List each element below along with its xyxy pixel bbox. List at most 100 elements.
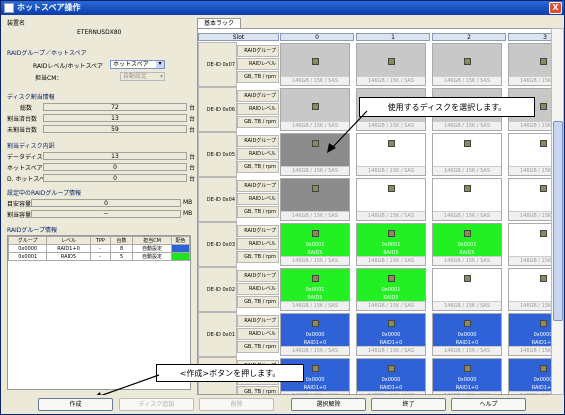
raid-group-header: RAIDグループ／ホットスペア	[7, 50, 87, 57]
unit-label: 台	[189, 176, 195, 183]
disk-cell[interactable]: 0x0001RAID5146GB / 15K / SAS	[508, 268, 551, 311]
rg-table-header: グループ レベル TPP 台数 担当CM 配色	[7, 236, 190, 245]
capacity-label: 146GB / 15K / SAS	[509, 121, 551, 130]
disk-cell[interactable]: 0x0001RAID5146GB / 15K / SAS	[280, 223, 350, 266]
table-row[interactable]: 0x0000 RAID1+0 - 8 自動設定	[7, 244, 190, 253]
row-sub-label: RAIDグループ	[237, 225, 279, 237]
disk-cell[interactable]: 0x0000RAID1+0146GB / 15K / SAS	[508, 358, 552, 394]
disk-cell[interactable]: 146GB / 15K / SAS	[356, 178, 426, 221]
slot-header-2: 2	[432, 33, 506, 41]
de-id-label: DE-ID 0x03	[198, 222, 237, 267]
disk-cell[interactable]: 0x0000RAID1+0146GB / 15K / SAS	[356, 313, 426, 356]
disk-cell[interactable]: 0x0000RAID1+0146GB / 15K / SAS	[508, 313, 551, 356]
chevron-down-icon: ▾	[159, 73, 163, 80]
create-button[interactable]: 作成	[38, 398, 113, 411]
disk-alloc-header: ディスク割当情報	[7, 94, 55, 101]
row-sub-label: RAIDレベル	[237, 328, 279, 340]
disk-icon	[388, 320, 395, 327]
capacity-label: 146GB / 15K / SAS	[509, 166, 551, 175]
cm-value: 自動設定	[123, 73, 148, 80]
disk-cell[interactable]: 146GB / 15K / SAS	[432, 43, 502, 86]
disk-cell[interactable]: 146GB / 15K / SAS	[432, 178, 502, 221]
de-id-label: DE-ID 0x07	[198, 42, 237, 87]
row-sub-label: RAIDレベル	[237, 148, 279, 160]
target-unit: MB	[183, 199, 193, 206]
disk-cell[interactable]: 0x0000RAID1+0146GB / 15K / SAS	[280, 313, 350, 356]
raid-group-value: 0x0001	[533, 242, 552, 248]
slot-header-1: 1	[356, 33, 430, 41]
col-header: TPP	[89, 236, 112, 245]
disk-icon	[388, 185, 395, 192]
disk-icon	[540, 58, 547, 65]
close-button[interactable]: X	[549, 2, 562, 14]
app-icon	[4, 3, 14, 13]
row-sub-label: RAIDグループ	[237, 270, 279, 282]
disk-cell[interactable]: 0x0000RAID1+0146GB / 15K / SAS	[432, 313, 502, 356]
disk-cell[interactable]: 146GB / 15K / SAS	[356, 43, 426, 86]
row-sub-label: RAIDレベル	[237, 193, 279, 205]
tpp-cell: -	[89, 252, 112, 261]
disk-cell[interactable]: 0x0001RAID5146GB / 15K / SAS	[508, 223, 552, 266]
raid-group-value: 0x0001	[381, 287, 401, 293]
callout-select-disk: 使用するディスクを選択します。	[359, 97, 535, 117]
unassigned-value: 59	[43, 125, 187, 133]
capacity-label: 146GB / 15K / SAS	[281, 76, 349, 85]
help-button[interactable]: ヘルプ	[451, 398, 526, 411]
data-disk-value: 13	[43, 152, 187, 160]
disk-icon	[540, 320, 547, 327]
disk-cell[interactable]: 0x0000RAID1+0146GB / 15K / SAS	[356, 358, 426, 394]
capacity-label: 146GB / 15K / SAS	[433, 76, 501, 85]
raid-level-select[interactable]: ホットスペア ▾	[110, 60, 165, 69]
unit-label: 台	[189, 116, 195, 123]
raid-group-value: 0x0001	[305, 242, 325, 248]
cm-label: 担当CM：	[35, 75, 63, 82]
disk-cell[interactable]: 146GB / 15K / SAS	[508, 178, 551, 221]
raid-group-value: 0x0001	[457, 242, 477, 248]
disk-cell[interactable]: 146GB / 15K / SAS	[508, 43, 551, 86]
count-cell: 8	[110, 244, 134, 253]
disk-icon	[540, 140, 547, 147]
deselect-button[interactable]: 選択解除	[291, 398, 366, 411]
unassigned-label: 未割当台数	[7, 127, 38, 134]
device-label: 装置名	[7, 20, 26, 27]
disk-cell[interactable]: 0x0001RAID5146GB / 15K / SAS	[432, 268, 502, 311]
vertical-scrollbar[interactable]	[551, 28, 564, 395]
rg-info-header: RAIDグループ情報	[7, 227, 58, 234]
row-sub-label: RAIDグループ	[237, 135, 279, 147]
target-cap-label: 目安容量	[7, 201, 32, 208]
disk-cell[interactable]: 146GB / 15K / SAS	[280, 43, 350, 86]
table-row[interactable]: 0x0001 RAID5 - 5 自動設定	[7, 252, 190, 261]
capacity-label: 146GB / 15K / SAS	[281, 256, 349, 265]
row-sub-label: GB, TB / rpm	[237, 116, 279, 128]
disk-cell[interactable]: 0x0000RAID1+0146GB / 15K / SAS	[432, 358, 502, 394]
alloc-cap-value: －	[31, 210, 181, 218]
disk-cell[interactable]: 146GB / 15K / SAS	[280, 178, 350, 221]
window-title: ホットスペア操作	[17, 3, 81, 12]
slot-header-0: 0	[280, 33, 354, 41]
tab-basic-rack[interactable]: 基本ラック	[197, 18, 241, 28]
finish-button[interactable]: 終了	[371, 398, 446, 411]
disk-icon	[388, 275, 395, 282]
rg-table: グループ レベル TPP 台数 担当CM 配色 0x0000 RAID1+0 -…	[7, 236, 190, 261]
disk-icon	[540, 185, 547, 192]
row-sub-label: GB, TB / rpm	[237, 71, 279, 83]
disk-cell[interactable]: 0x0001RAID5146GB / 15K / SAS	[356, 223, 426, 266]
setting-header: 設定中のRAIDグループ情報	[7, 190, 82, 197]
disk-cell[interactable]: 146GB / 15K / SAS	[432, 133, 502, 176]
scroll-thumb[interactable]	[553, 121, 563, 321]
disk-cell[interactable]: 0x0001RAID5146GB / 15K / SAS	[356, 268, 426, 311]
disk-cell[interactable]: 146GB / 15K / SAS	[508, 133, 551, 176]
chevron-down-icon[interactable]: ▾	[156, 61, 164, 68]
disk-icon	[312, 103, 319, 110]
disk-cell[interactable]: 0x0001RAID5146GB / 15K / SAS	[432, 223, 502, 266]
disk-cell[interactable]: 0x0001RAID5146GB / 15K / SAS	[280, 268, 350, 311]
disk-icon	[464, 275, 471, 282]
row-sub-label: RAIDグループ	[237, 45, 279, 57]
delete-button: 削除	[199, 398, 274, 411]
disk-icon	[312, 140, 319, 147]
row-sub-label: GB, TB / rpm	[237, 206, 279, 218]
capacity-label: 146GB / 15K / SAS	[433, 346, 501, 355]
raid-group-value: 0x0000	[533, 377, 552, 383]
raid-group-value: 0x0000	[381, 332, 401, 338]
cm-cell: 自動設定	[132, 244, 172, 253]
